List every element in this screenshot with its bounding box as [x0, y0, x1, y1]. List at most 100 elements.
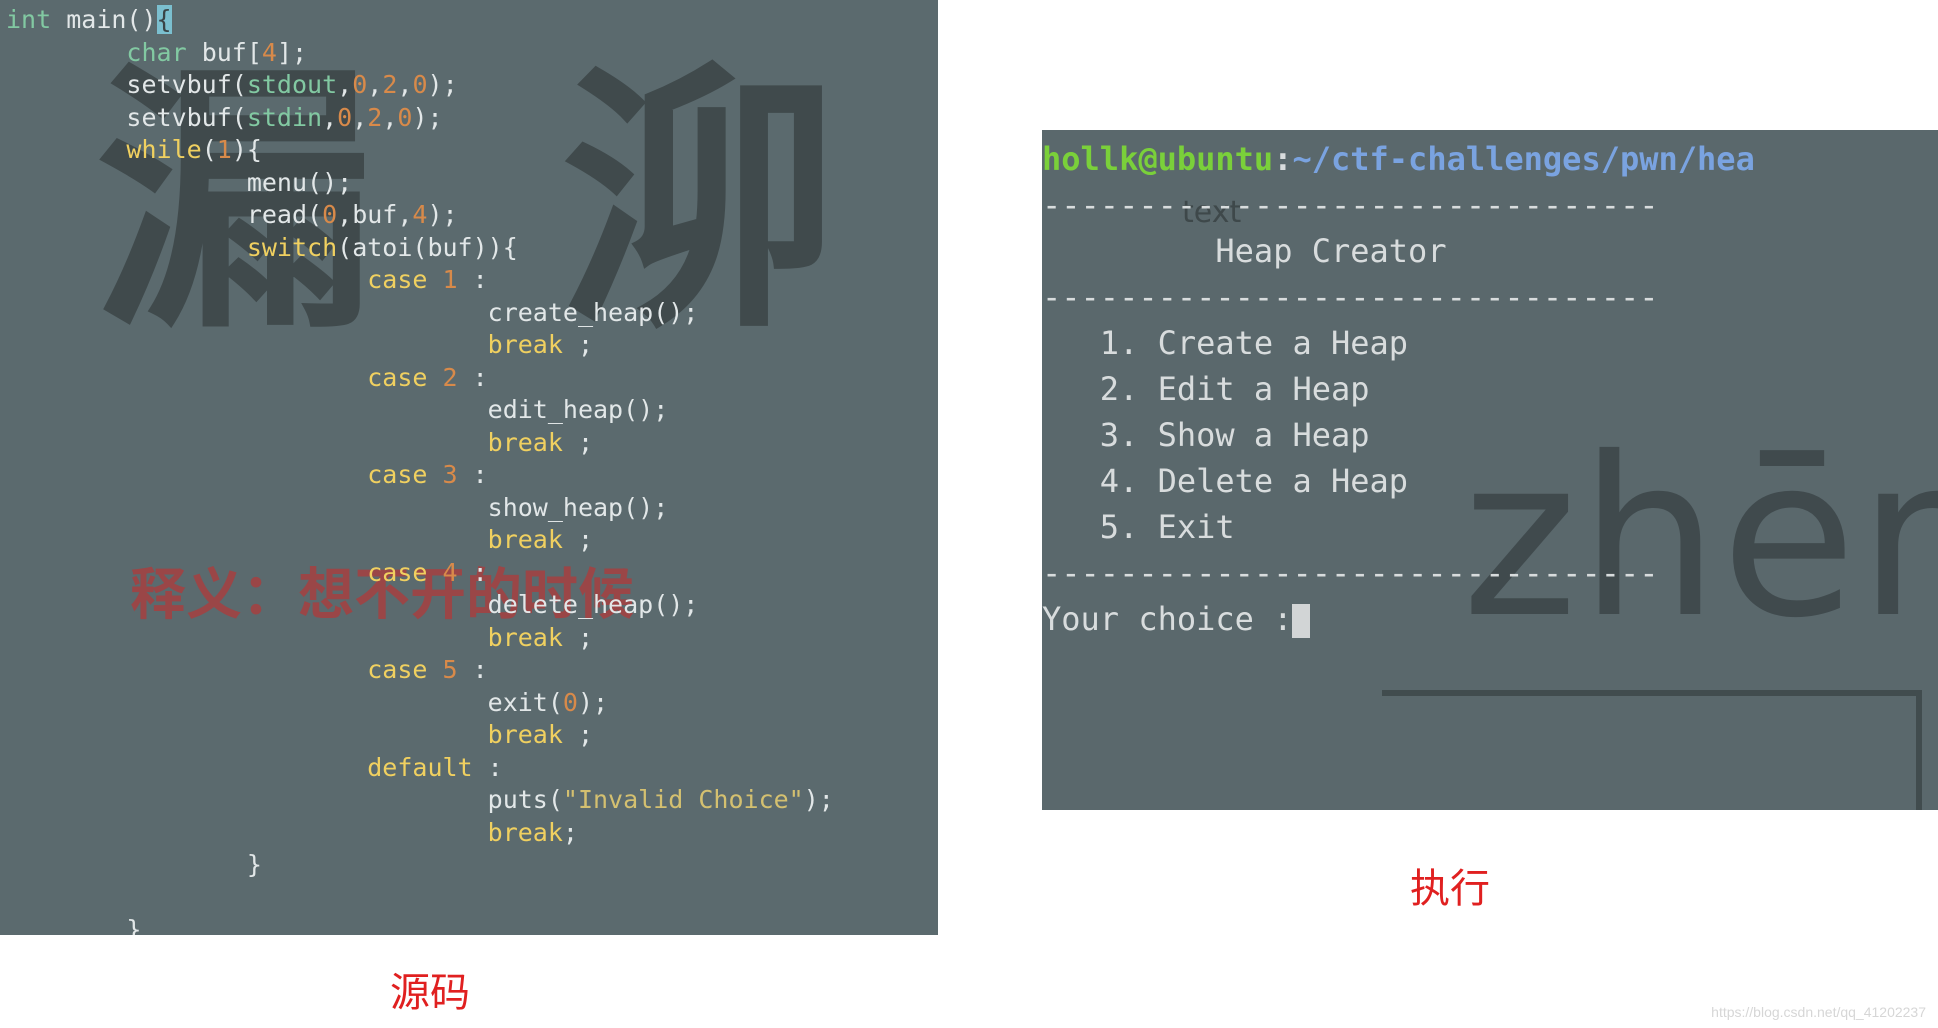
terminal-title: Heap Creator — [1042, 232, 1620, 270]
code-token: ); — [412, 103, 442, 132]
code-token: break — [488, 525, 563, 554]
code-token: puts( — [6, 785, 563, 814]
terminal-menu-item-1: 1. Create a Heap — [1042, 324, 1408, 362]
code-token: 1 — [217, 135, 232, 164]
terminal-output[interactable]: hollk@ubuntu:~/ctf-challenges/pwn/hea --… — [1042, 130, 1938, 642]
code-token — [6, 363, 367, 392]
terminal-divider: -------------------------------- — [1042, 554, 1659, 592]
terminal-path: ~/ctf-challenges/pwn/hea — [1292, 140, 1754, 178]
code-token — [6, 330, 488, 359]
code-token: ; — [563, 720, 593, 749]
code-token — [427, 460, 442, 489]
terminal-menu-item-4: 4. Delete a Heap — [1042, 462, 1408, 500]
code-token: default — [367, 753, 472, 782]
code-token: show_heap(); — [6, 493, 668, 522]
code-token: "Invalid Choice" — [563, 785, 804, 814]
code-token: main() — [66, 5, 156, 34]
code-token: 4 — [412, 200, 427, 229]
code-token: 4 — [443, 558, 458, 587]
code-token: break — [488, 330, 563, 359]
code-token: buf[ — [202, 38, 262, 67]
code-token: break — [488, 428, 563, 457]
code-token: ; — [563, 818, 578, 847]
code-token: , — [337, 70, 352, 99]
code-token: 2 — [367, 103, 382, 132]
code-token — [6, 135, 126, 164]
code-token — [6, 233, 247, 262]
code-token: 2 — [382, 70, 397, 99]
terminal-panel: text zhēn hollk@ubuntu:~/ctf-challenges/… — [1042, 130, 1938, 810]
code-token: (atoi(buf)){ — [337, 233, 518, 262]
code-token — [6, 460, 367, 489]
caption-execute: 执行 — [1410, 856, 1490, 914]
code-token: case — [367, 265, 427, 294]
code-token: exit( — [6, 688, 563, 717]
code-token: create_heap(); — [6, 298, 698, 327]
code-token — [6, 720, 488, 749]
terminal-divider: -------------------------------- — [1042, 186, 1659, 224]
code-token: 4 — [262, 38, 277, 67]
code-token — [6, 753, 367, 782]
code-token — [6, 818, 488, 847]
code-token: ]; — [277, 38, 307, 67]
code-token: 0 — [337, 103, 352, 132]
terminal-menu-item-5: 5. Exit — [1042, 508, 1235, 546]
code-token: menu(); — [6, 168, 352, 197]
code-token: , — [397, 70, 412, 99]
code-token: read( — [6, 200, 322, 229]
code-token: ); — [804, 785, 834, 814]
code-token: 3 — [443, 460, 458, 489]
code-token: , — [367, 70, 382, 99]
code-token: 0 — [352, 70, 367, 99]
code-token: stdin — [247, 103, 322, 132]
code-token: 0 — [322, 200, 337, 229]
source-code-panel: 漏 泖 释义：想不开的时候 int main(){ char buf[4]; s… — [0, 0, 938, 935]
code-token: 5 — [443, 655, 458, 684]
code-token: ); — [428, 70, 458, 99]
code-token: : — [458, 655, 488, 684]
code-token: setvbuf( — [6, 70, 247, 99]
code-token: 2 — [443, 363, 458, 392]
code-token: : — [458, 363, 488, 392]
code-token: case — [367, 655, 427, 684]
terminal-choice-label: Your choice : — [1042, 600, 1292, 638]
watermark-box — [1382, 690, 1922, 810]
code-token — [6, 428, 488, 457]
code-token — [6, 558, 367, 587]
terminal-divider: -------------------------------- — [1042, 278, 1659, 316]
code-token — [6, 623, 488, 652]
code-token: { — [157, 5, 172, 34]
terminal-prompt-line: hollk@ubuntu:~/ctf-challenges/pwn/hea — [1042, 140, 1755, 178]
code-token: : — [458, 265, 488, 294]
code-token: : — [473, 753, 503, 782]
terminal-cursor — [1292, 604, 1310, 638]
code-token — [6, 38, 126, 67]
code-token: ; — [563, 623, 593, 652]
terminal-choice-line[interactable]: Your choice : — [1042, 600, 1310, 638]
code-token: : — [458, 460, 488, 489]
source-code-block[interactable]: int main(){ char buf[4]; setvbuf(stdout,… — [0, 0, 938, 935]
terminal-colon: : — [1273, 140, 1292, 178]
code-token — [427, 265, 442, 294]
code-token: : — [458, 558, 488, 587]
terminal-menu-item-2: 2. Edit a Heap — [1042, 370, 1389, 408]
code-token: char — [126, 38, 201, 67]
code-token: 0 — [397, 103, 412, 132]
csdn-watermark: https://blog.csdn.net/qq_41202237 — [1711, 1004, 1926, 1020]
code-token: case — [367, 363, 427, 392]
terminal-user-host: hollk@ubuntu — [1042, 140, 1273, 178]
code-token: while — [126, 135, 201, 164]
code-token: 0 — [563, 688, 578, 717]
code-token: ){ — [232, 135, 262, 164]
code-token — [427, 655, 442, 684]
code-token: ; — [563, 525, 593, 554]
code-token: , — [382, 103, 397, 132]
code-token: case — [367, 558, 427, 587]
code-token: ); — [578, 688, 608, 717]
code-token — [6, 525, 488, 554]
code-token: break — [488, 623, 563, 652]
code-token: case — [367, 460, 427, 489]
code-token: 1 — [443, 265, 458, 294]
code-token — [427, 363, 442, 392]
code-token: ); — [427, 200, 457, 229]
